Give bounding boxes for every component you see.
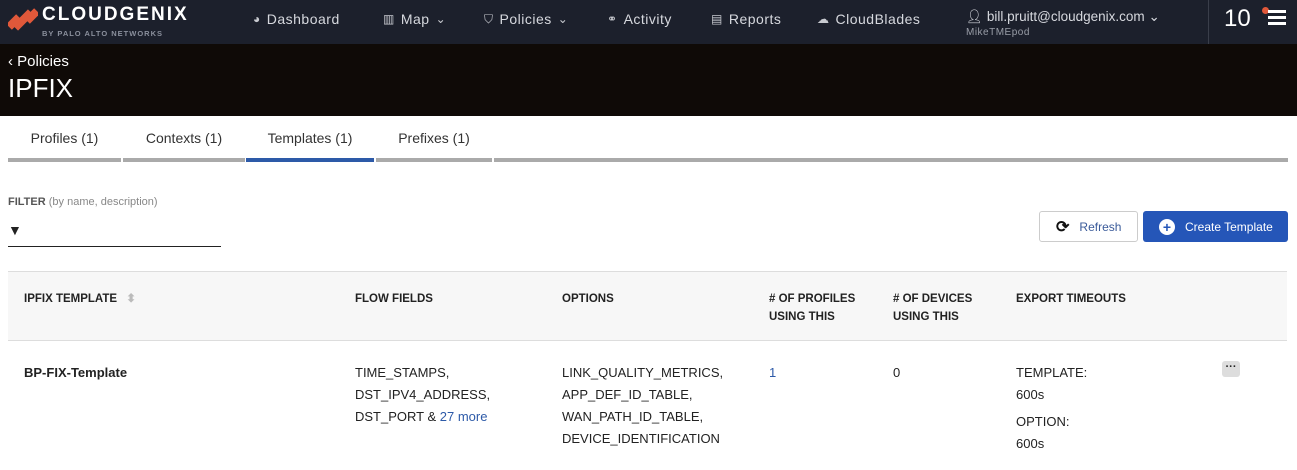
options: LINK_QUALITY_METRICS, APP_DEF_ID_TABLE, …: [562, 362, 723, 450]
profiles-count-link[interactable]: 1: [769, 362, 776, 384]
timeout-value: 600s: [1016, 387, 1045, 402]
create-template-button[interactable]: + Create Template: [1143, 211, 1288, 242]
nav-label: Policies: [499, 11, 552, 27]
nav-dashboard[interactable]: ◕ Dashboard: [253, 11, 340, 27]
filter-icon: ▼: [8, 222, 22, 238]
timeout-label: OPTION:: [1016, 414, 1070, 429]
option: WAN_PATH_ID_TABLE,: [562, 409, 704, 424]
divider: [1208, 0, 1209, 44]
filter-input[interactable]: [8, 218, 221, 247]
top-nav: CLOUDGENIX BY PALO ALTO NETWORKS ◕ Dashbo…: [0, 0, 1297, 44]
back-label: Policies: [17, 53, 69, 70]
create-label: Create Template: [1185, 219, 1273, 234]
nav-label: Dashboard: [266, 11, 340, 27]
chevron-down-icon: ⌄: [1148, 9, 1160, 24]
dashboard-icon: ◕: [253, 12, 261, 26]
timeout-label: TEMPLATE:: [1016, 365, 1088, 380]
shield-icon: ⛉: [484, 11, 494, 26]
page-header: ‹ Policies IPFIX: [0, 44, 1297, 116]
back-link[interactable]: ‹ Policies: [8, 53, 69, 70]
report-icon: ▤: [711, 12, 723, 26]
nav-label: Reports: [728, 11, 782, 27]
brand-sub: BY PALO ALTO NETWORKS: [42, 29, 164, 38]
devices-count: 0: [893, 365, 901, 380]
col-label: IPFIX TEMPLATE: [24, 293, 118, 305]
nav-cloudblades[interactable]: ☁ CloudBlades: [817, 11, 920, 27]
timeout-value: 600s: [1016, 436, 1045, 451]
col-devices: # OF DEVICES USING THIS: [893, 293, 973, 323]
tab-profiles[interactable]: Profiles (1): [8, 122, 121, 162]
refresh-button[interactable]: ⟳ Refresh: [1039, 211, 1138, 242]
chevron-down-icon: ⌄: [557, 12, 569, 26]
brand-name: CLOUDGENIX: [42, 4, 189, 25]
map-icon: ▥: [383, 12, 395, 26]
tab-spacer: [494, 122, 1288, 162]
option: DEVICE_IDENTIFICATION: [562, 431, 720, 446]
sort-icon[interactable]: ⬍: [126, 293, 136, 305]
chevron-down-icon: ⌄: [435, 12, 447, 26]
filter-label: FILTER (by name, description): [8, 196, 158, 208]
refresh-label: Refresh: [1079, 219, 1122, 234]
option: APP_DEF_ID_TABLE,: [562, 387, 693, 402]
nav-label: Map: [400, 11, 430, 27]
nav-map[interactable]: ▥ Map ⌄: [383, 11, 446, 27]
user-email: bill.pruitt@cloudgenix.com: [986, 9, 1145, 24]
export-timeouts: TEMPLATE: 600s OPTION: 600s: [1016, 362, 1087, 455]
menu-icon[interactable]: [1268, 10, 1286, 28]
filter-hint: (by name, description): [48, 196, 158, 208]
more-link[interactable]: 27 more: [440, 409, 488, 424]
binoculars-icon: ⚭: [607, 12, 618, 26]
col-options: OPTIONS: [562, 293, 614, 305]
tab-bar: Profiles (1) Contexts (1) Templates (1) …: [8, 122, 1288, 162]
tab-contexts[interactable]: Contexts (1): [123, 122, 245, 162]
tab-prefixes[interactable]: Prefixes (1): [376, 122, 492, 162]
cloudgenix-logo-icon[interactable]: [8, 5, 38, 35]
flow-field: DST_IPV4_ADDRESS,: [355, 387, 491, 402]
table-header: IPFIX TEMPLATE ⬍ FLOW FIELDS OPTIONS # O…: [8, 271, 1287, 341]
cloud-icon: ☁: [817, 12, 830, 26]
chevron-left-icon: ‹: [8, 53, 18, 70]
filter-title: FILTER: [8, 196, 46, 208]
flow-field: TIME_STAMPS,: [355, 365, 450, 380]
flow-fields: TIME_STAMPS, DST_IPV4_ADDRESS, DST_PORT …: [355, 362, 490, 428]
nav-activity[interactable]: ⚭ Activity: [607, 11, 672, 27]
tenant-name: MikeTMEpod: [966, 27, 1030, 38]
flow-field: DST_PORT &: [355, 409, 437, 424]
tab-templates[interactable]: Templates (1): [246, 122, 374, 162]
col-export-timeouts: EXPORT TIMEOUTS: [1016, 293, 1126, 305]
col-profiles: # OF PROFILES USING THIS: [769, 293, 856, 323]
refresh-icon: ⟳: [1056, 218, 1070, 236]
col-flow-fields: FLOW FIELDS: [355, 293, 433, 305]
option: LINK_QUALITY_METRICS,: [562, 365, 724, 380]
page-title: IPFIX: [8, 73, 74, 103]
user-icon: 👤︎: [966, 9, 987, 24]
notification-count[interactable]: 10: [1224, 5, 1251, 33]
plus-circle-icon: +: [1159, 218, 1175, 235]
template-name[interactable]: BP-FIX-Template: [24, 362, 127, 384]
nav-label: Activity: [623, 11, 672, 27]
col-ipfix-template[interactable]: IPFIX TEMPLATE ⬍: [24, 290, 136, 308]
more-actions-button[interactable]: ···: [1222, 361, 1240, 377]
nav-reports[interactable]: ▤ Reports: [711, 11, 781, 27]
nav-policies[interactable]: ⛉ Policies ⌄: [484, 11, 568, 27]
user-menu[interactable]: 👤︎ bill.pruitt@cloudgenix.com ⌄: [966, 9, 1160, 25]
nav-label: CloudBlades: [835, 11, 921, 27]
